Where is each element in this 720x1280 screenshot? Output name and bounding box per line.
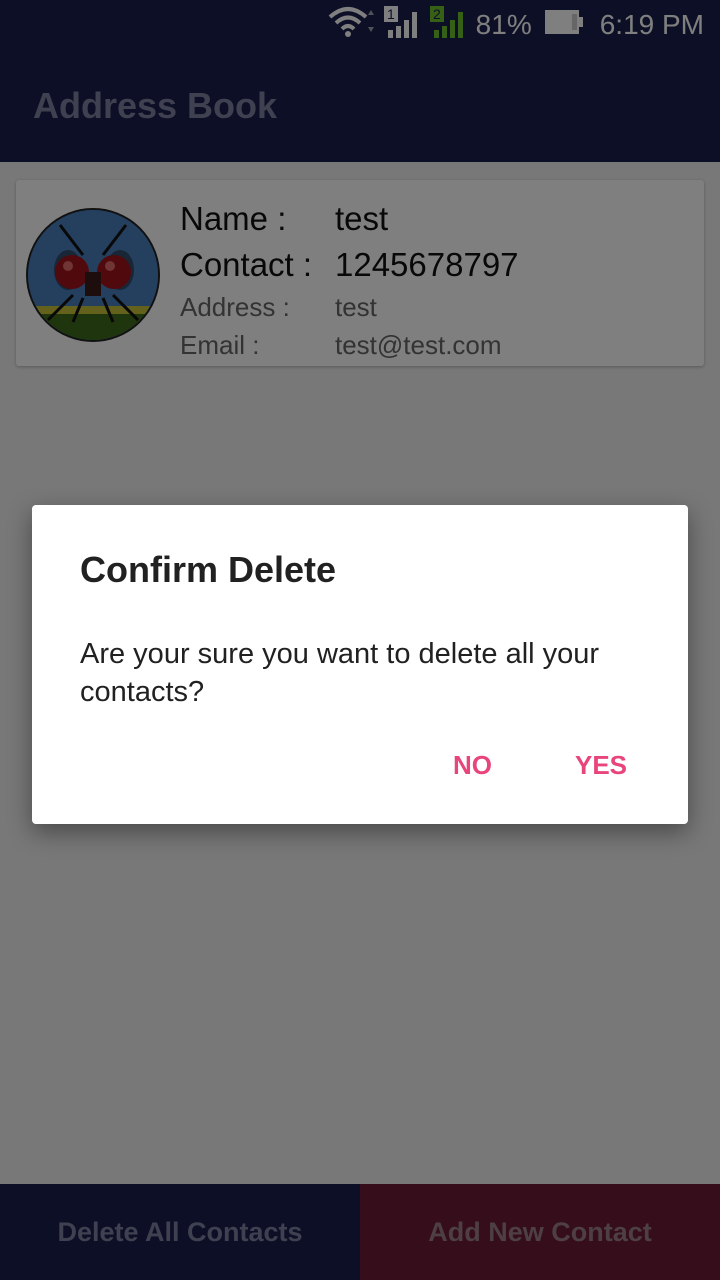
- no-button[interactable]: NO: [453, 750, 492, 781]
- dialog-title: Confirm Delete: [80, 549, 337, 590]
- yes-button[interactable]: YES: [575, 750, 627, 781]
- dialog-message: Are your sure you want to delete all you…: [80, 638, 600, 708]
- confirm-delete-dialog: Confirm Delete Are your sure you want to…: [32, 505, 688, 824]
